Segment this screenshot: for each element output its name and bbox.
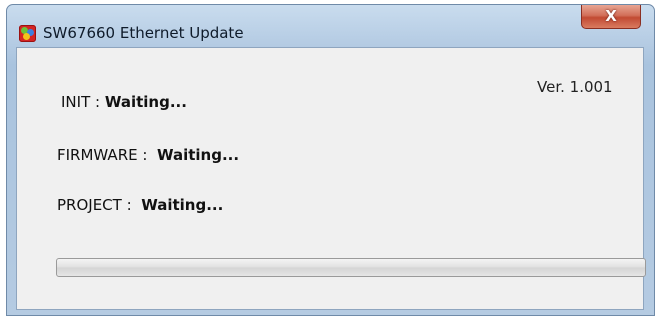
title-bar[interactable]: SW67660 Ethernet Update X xyxy=(7,5,654,45)
version-label: Ver. 1.001 xyxy=(537,78,613,96)
progress-bar xyxy=(56,258,646,277)
update-window: SW67660 Ethernet Update X Ver. 1.001 INI… xyxy=(6,4,655,316)
project-value: Waiting... xyxy=(141,196,224,214)
app-logo-icon xyxy=(19,25,36,42)
project-status: PROJECT : Waiting... xyxy=(57,196,223,214)
firmware-status: FIRMWARE : Waiting... xyxy=(57,146,239,164)
window-title: SW67660 Ethernet Update xyxy=(43,24,244,42)
project-label: PROJECT : xyxy=(57,196,137,214)
client-area: Ver. 1.001 INIT : Waiting... FIRMWARE : … xyxy=(16,47,646,310)
init-label: INIT : xyxy=(61,93,105,111)
close-icon: X xyxy=(605,7,617,25)
init-value: Waiting... xyxy=(104,93,187,111)
init-status: INIT : Waiting... xyxy=(61,93,187,111)
firmware-value: Waiting... xyxy=(156,146,240,164)
close-button[interactable]: X xyxy=(581,5,641,29)
firmware-label: FIRMWARE : xyxy=(57,146,153,164)
